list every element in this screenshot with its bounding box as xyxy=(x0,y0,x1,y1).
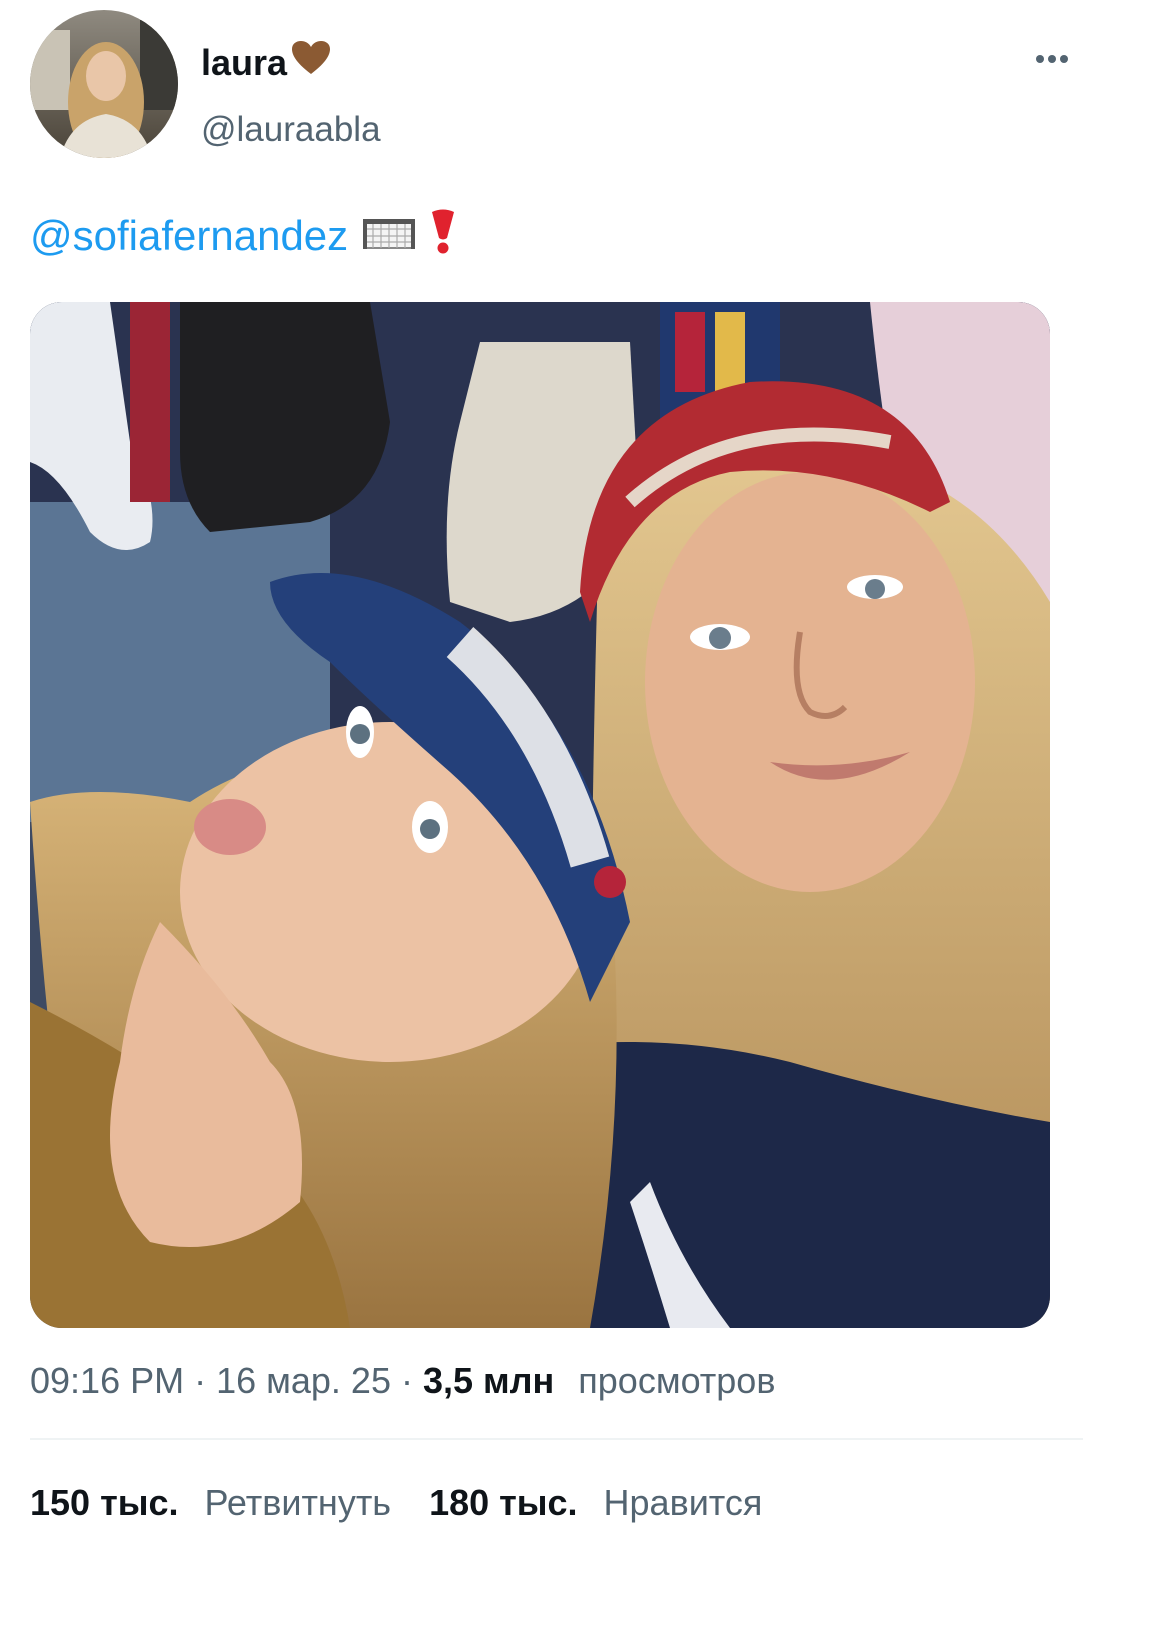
more-dot-icon xyxy=(1060,55,1068,63)
retweets-label[interactable]: Ретвитнуть xyxy=(204,1482,391,1524)
tweet-time[interactable]: 09:16 PM xyxy=(30,1360,184,1402)
heavy-exclamation-mark-icon xyxy=(428,208,458,264)
tweet-meta: 09:16 PM · 16 мар. 25 · 3,5 млн просмотр… xyxy=(30,1360,775,1402)
views-count: 3,5 млн xyxy=(422,1360,555,1401)
handle[interactable]: @lauraabla xyxy=(201,110,381,150)
mention-link[interactable]: @sofiafernandez xyxy=(30,212,348,260)
tweet-photo[interactable] xyxy=(30,302,1050,1328)
avatar[interactable] xyxy=(30,10,178,158)
meta-separator: · xyxy=(400,1360,413,1401)
meta-separator: · xyxy=(194,1360,207,1401)
views-label: просмотров xyxy=(578,1360,776,1401)
likes-count[interactable]: 180 тыс. xyxy=(429,1482,577,1524)
tweet-stats: 150 тыс. Ретвитнуть 180 тыс. Нравится xyxy=(30,1482,762,1524)
tweet-date[interactable]: 16 мар. 25 xyxy=(216,1360,391,1402)
display-name-text: laura xyxy=(201,41,288,83)
more-options-button[interactable] xyxy=(1030,44,1074,74)
goal-net-icon xyxy=(362,212,416,260)
more-dot-icon xyxy=(1036,55,1044,63)
likes-label[interactable]: Нравится xyxy=(604,1482,763,1524)
divider xyxy=(30,1438,1083,1440)
tweet-text: @sofiafernandez xyxy=(30,208,458,264)
display-name[interactable]: laura xyxy=(201,40,331,85)
retweets-count[interactable]: 150 тыс. xyxy=(30,1482,178,1524)
more-dot-icon xyxy=(1048,55,1056,63)
brown-heart-icon xyxy=(291,40,331,85)
